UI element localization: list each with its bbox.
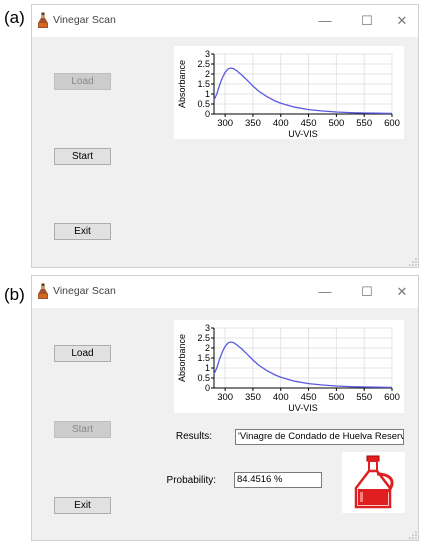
x-tick-label: 350	[245, 392, 261, 403]
panel-label-a: (a)	[4, 8, 25, 27]
y-tick-label: 1.5	[197, 79, 210, 89]
absorbance-chart-svg: 300 350 400 450 500 550 600 00.511.522.53 UV-VIS…	[177, 323, 400, 413]
absorbance-chart: 300 350 400 450 500 550 600 0 0.5 1 1.5 2 2.5 3 UV-VIS…	[174, 320, 404, 413]
x-tick-label: 500	[328, 392, 344, 403]
absorbance-series-line	[213, 67, 393, 115]
result-image	[342, 452, 405, 513]
close-button[interactable]: ✕	[391, 282, 413, 302]
y-tick-label: 0	[205, 109, 210, 119]
y-tick-label: 0.5	[197, 99, 210, 109]
x-tick-label: 400	[273, 392, 289, 403]
window-title: Vinegar Scan	[53, 285, 116, 297]
load-button[interactable]: Load	[54, 73, 111, 90]
maximize-button[interactable]: ☐	[356, 282, 378, 302]
y-tick-label: 0	[205, 383, 210, 393]
exit-button[interactable]: Exit	[54, 497, 111, 514]
vinegar-bottle-icon	[354, 455, 394, 509]
load-button[interactable]: Load	[54, 345, 111, 362]
exit-button[interactable]: Exit	[54, 223, 111, 240]
title-bar[interactable]: Vinegar Scan — ☐ ✕	[32, 276, 418, 308]
probability-label: Probability:	[166, 475, 216, 486]
x-axis-label: UV-VIS	[288, 129, 318, 139]
absorbance-series-line	[213, 341, 393, 389]
vinegar-bottle-icon	[38, 12, 48, 28]
maximize-button[interactable]: ☐	[356, 11, 378, 31]
y-tick-label: 2	[205, 343, 210, 353]
x-tick-label: 400	[273, 118, 289, 129]
x-tick-label: 600	[384, 392, 400, 403]
x-tick-label: 450	[301, 392, 317, 403]
y-tick-label: 1.5	[197, 353, 210, 363]
y-tick-label: 3	[205, 323, 210, 333]
y-tick-label: 2	[205, 69, 210, 79]
y-tick-label: 1	[205, 363, 210, 373]
y-tick-label: 2.5	[197, 333, 210, 343]
absorbance-chart-svg: 300 350 400 450 500 550 600 00.511.522.53 UV-VIS…	[177, 49, 400, 139]
y-axis-label: Absorbance	[177, 334, 187, 382]
results-label: Results:	[175, 431, 212, 442]
window-title: Vinegar Scan	[53, 14, 116, 26]
minimize-button[interactable]: —	[314, 282, 336, 302]
x-tick-label: 300	[217, 118, 233, 129]
x-tick-label: 550	[356, 392, 372, 403]
panel-label-b: (b)	[4, 285, 25, 304]
start-button[interactable]: Start	[54, 148, 111, 165]
absorbance-chart: 300 350 400 450 500 550 600 0 0.5 1 1.5 2 2.5 3 UV-VIS…	[174, 46, 404, 139]
y-tick-label: 2.5	[197, 59, 210, 69]
y-tick-label: 3	[205, 49, 210, 59]
minimize-button[interactable]: —	[314, 11, 336, 31]
x-tick-label: 450	[301, 118, 317, 129]
probability-field[interactable]: 84.4516 %	[234, 472, 322, 488]
x-tick-label: 550	[356, 118, 372, 129]
close-button[interactable]: ✕	[391, 11, 413, 31]
y-axis-label: Absorbance	[177, 60, 187, 108]
resize-grip-icon[interactable]	[409, 531, 417, 539]
x-tick-label: 300	[217, 392, 233, 403]
vinegar-bottle-icon	[38, 283, 48, 299]
y-tick-label: 1	[205, 89, 210, 99]
x-tick-label: 500	[328, 118, 344, 129]
app-window-a: Vinegar Scan — ☐ ✕ Load Start Exit 300 35…	[31, 4, 419, 268]
y-tick-label: 0.5	[197, 373, 210, 383]
results-field[interactable]: 'Vinagre de Condado de Huelva Reserva'	[235, 429, 404, 445]
title-bar[interactable]: Vinegar Scan — ☐ ✕	[32, 5, 418, 37]
x-tick-label: 600	[384, 118, 400, 129]
x-tick-label: 350	[245, 118, 261, 129]
start-button[interactable]: Start	[54, 421, 111, 438]
resize-grip-icon[interactable]	[409, 258, 417, 266]
app-window-b: Vinegar Scan — ☐ ✕ Load Start Exit 300 35…	[31, 275, 419, 541]
x-axis-label: UV-VIS	[288, 403, 318, 413]
